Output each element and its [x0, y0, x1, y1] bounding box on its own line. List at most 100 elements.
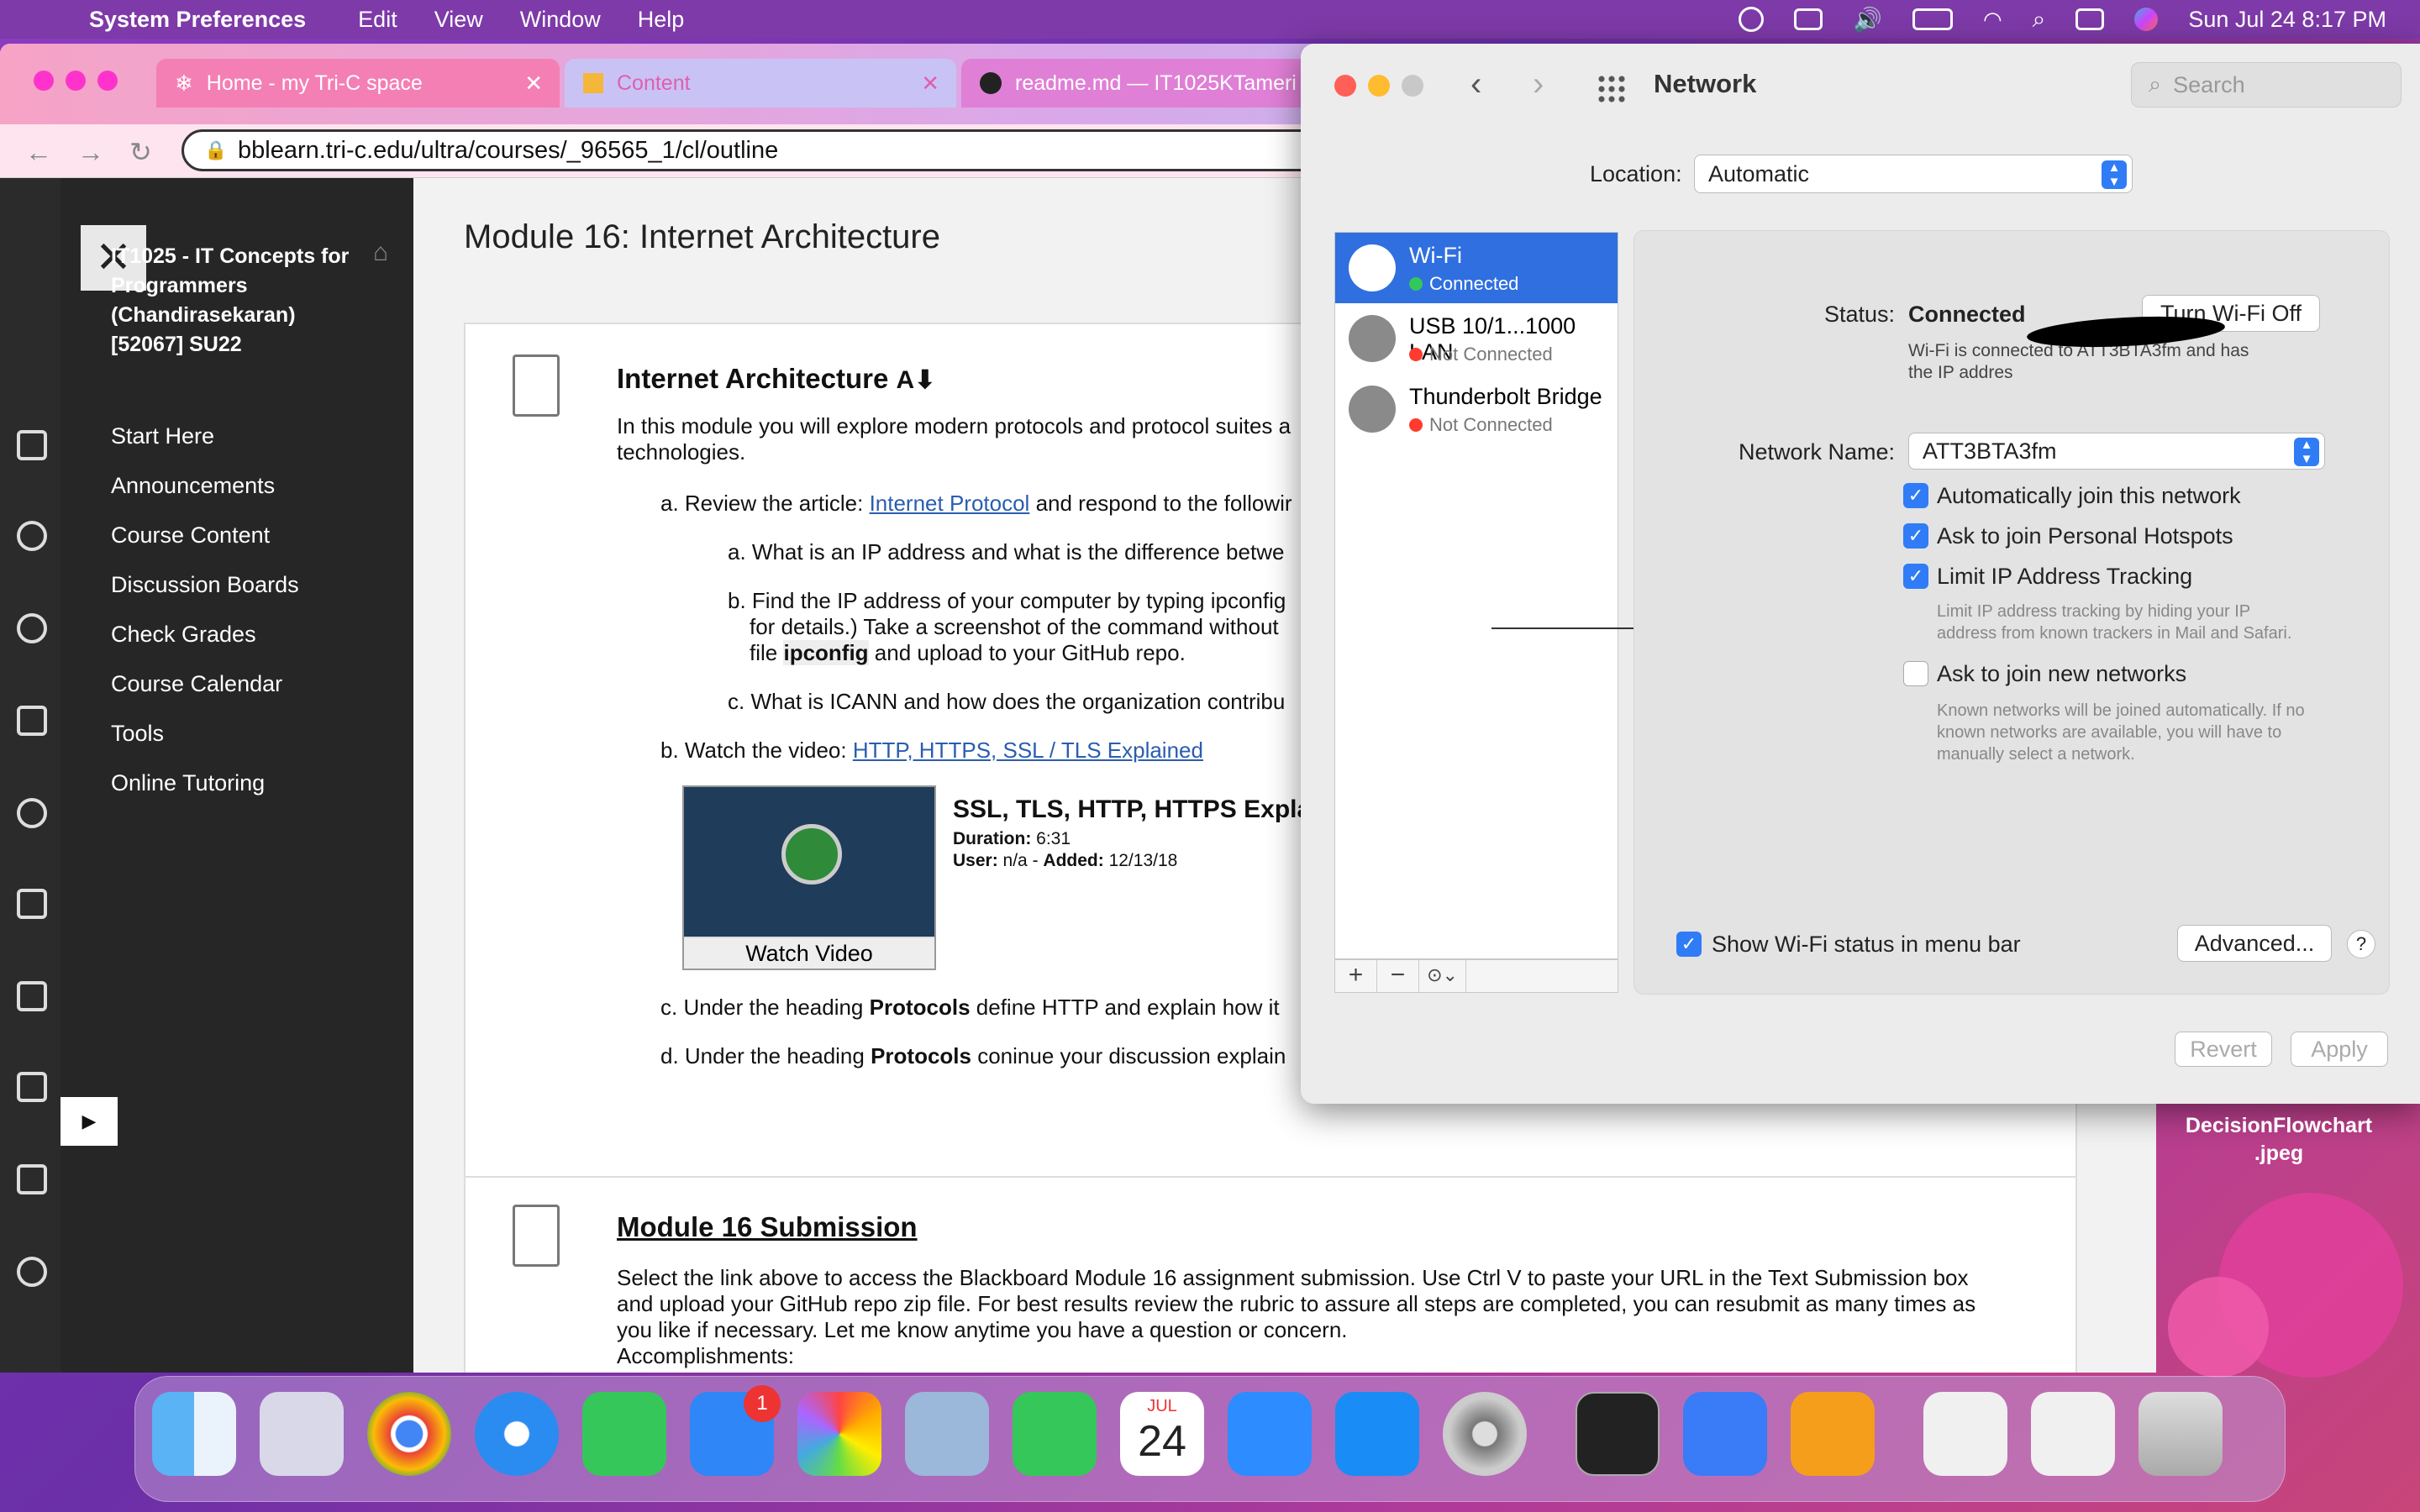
limit-ip-tracking-checkbox[interactable]: ✓: [1903, 564, 1928, 589]
grades-icon[interactable]: [17, 1072, 47, 1102]
location-select[interactable]: Automatic ▲ ▼: [1694, 155, 2133, 193]
menu-help[interactable]: Help: [638, 7, 685, 33]
siri-icon[interactable]: [2134, 8, 2159, 31]
nav-online-tutoring[interactable]: Online Tutoring: [111, 770, 265, 796]
play-button[interactable]: ▶: [60, 1097, 118, 1146]
submission-text-4: Accomplishments:: [617, 1343, 794, 1368]
system-preferences-icon[interactable]: [1443, 1392, 1527, 1476]
app-icon[interactable]: [1683, 1392, 1767, 1476]
video-thumbnail[interactable]: Watch Video: [682, 785, 936, 970]
minimize-window-button[interactable]: [1368, 75, 1390, 97]
close-window-button[interactable]: [1334, 75, 1356, 97]
volume-icon[interactable]: 🔊: [1853, 6, 1882, 34]
back-arrow-icon[interactable]: ‹: [1470, 66, 1481, 103]
auto-join-checkbox[interactable]: ✓: [1903, 483, 1928, 508]
forward-arrow-icon[interactable]: ›: [1533, 66, 1544, 103]
nav-start-here[interactable]: Start Here: [111, 423, 214, 449]
network-name-select[interactable]: ATT3BTA3fm ▲ ▼: [1908, 433, 2325, 470]
recent-document-icon[interactable]: [2031, 1392, 2115, 1476]
trash-icon[interactable]: [2139, 1392, 2223, 1476]
spotlight-search-icon[interactable]: ⌕: [2033, 6, 2046, 34]
service-thunderbolt-bridge[interactable]: Thunderbolt Bridge Not Connected: [1335, 374, 1618, 444]
browser-nav-icons[interactable]: ←→↻: [25, 136, 177, 168]
zoom-window-button[interactable]: [1402, 75, 1423, 97]
desktop-file-label[interactable]: DecisionFlowchart .jpeg: [2171, 1112, 2386, 1168]
finder-icon[interactable]: [152, 1392, 236, 1476]
url-field[interactable]: 🔒 bblearn.tri-c.edu/ultra/courses/_96565…: [182, 129, 1442, 171]
pages-icon[interactable]: [1791, 1392, 1875, 1476]
ask-join-networks-checkbox[interactable]: [1903, 661, 1928, 686]
tab-home[interactable]: ❄ Home - my Tri-C space ✕: [156, 59, 560, 108]
internet-protocol-link[interactable]: Internet Protocol: [870, 491, 1030, 516]
nav-course-content[interactable]: Course Content: [111, 522, 270, 549]
messages-icon[interactable]: [17, 981, 47, 1011]
menu-edit[interactable]: Edit: [358, 7, 397, 33]
zoom-window-light[interactable]: [97, 71, 118, 91]
app-store-icon[interactable]: [1335, 1392, 1419, 1476]
sign-out-icon[interactable]: [17, 1257, 47, 1287]
action-menu-button[interactable]: ⊙⌄: [1419, 960, 1466, 992]
personal-hotspots-checkbox[interactable]: ✓: [1903, 523, 1928, 549]
zoom-icon[interactable]: [1228, 1392, 1312, 1476]
submission-title[interactable]: Module 16 Submission: [617, 1211, 918, 1243]
close-tab-icon[interactable]: ✕: [524, 71, 543, 97]
service-wifi[interactable]: Wi-Fi Connected: [1335, 233, 1618, 303]
service-usb-lan[interactable]: USB 10/1...1000 LAN Not Connected: [1335, 303, 1618, 374]
sort-icon[interactable]: A⬇: [897, 366, 936, 394]
remove-service-button[interactable]: −: [1377, 960, 1419, 992]
wifi-icon[interactable]: ◠: [1983, 7, 2002, 33]
advanced-button[interactable]: Advanced...: [2177, 925, 2332, 962]
nav-announcements[interactable]: Announcements: [111, 473, 275, 499]
close-window-light[interactable]: [34, 71, 54, 91]
display-icon[interactable]: [1794, 8, 1823, 30]
search-field[interactable]: ⌕ Search: [2131, 62, 2402, 108]
chrome-icon[interactable]: [367, 1392, 451, 1476]
courses-icon[interactable]: [17, 706, 47, 736]
add-service-button[interactable]: +: [1335, 960, 1377, 992]
show-all-grid-icon[interactable]: [1597, 74, 1627, 104]
watch-video-button[interactable]: Watch Video: [684, 938, 934, 969]
home-icon[interactable]: ⌂: [373, 239, 388, 267]
groups-icon[interactable]: [17, 798, 47, 828]
facetime-icon[interactable]: [1013, 1392, 1097, 1476]
calendar-icon[interactable]: [17, 889, 47, 919]
section-title[interactable]: Internet Architecture A⬇: [617, 363, 935, 395]
document-icon: [513, 354, 560, 417]
menu-window[interactable]: Window: [520, 7, 601, 33]
help-button[interactable]: ?: [2347, 930, 2375, 958]
launchpad-icon[interactable]: [260, 1392, 344, 1476]
menu-clock[interactable]: Sun Jul 24 8:17 PM: [2188, 7, 2386, 33]
tab-readme[interactable]: readme.md — IT1025KTameri: [961, 59, 1314, 108]
show-wifi-status-checkbox[interactable]: ✓: [1676, 932, 1702, 957]
grammarly-icon[interactable]: [1739, 7, 1765, 32]
lock-icon: 🔒: [204, 139, 228, 160]
minimize-window-light[interactable]: [66, 71, 86, 91]
menu-view[interactable]: View: [434, 7, 483, 33]
messages-icon[interactable]: [582, 1392, 666, 1476]
calendar-app-icon[interactable]: JUL 24: [1120, 1392, 1204, 1476]
close-tab-icon[interactable]: ✕: [921, 71, 939, 97]
menu-app-name[interactable]: System Preferences: [89, 7, 306, 33]
nav-check-grades[interactable]: Check Grades: [111, 622, 256, 648]
photos-icon[interactable]: [797, 1392, 881, 1476]
battery-icon[interactable]: [1912, 8, 1953, 30]
nav-course-calendar[interactable]: Course Calendar: [111, 671, 282, 697]
preview-icon[interactable]: [905, 1392, 989, 1476]
video-link[interactable]: HTTP, HTTPS, SSL / TLS Explained: [853, 738, 1203, 763]
control-center-icon[interactable]: [2075, 8, 2105, 30]
edit-icon[interactable]: [17, 1164, 47, 1194]
status-description-2: the IP addres: [1908, 363, 2013, 382]
apply-button[interactable]: Apply: [2291, 1032, 2388, 1067]
terminal-icon[interactable]: [1576, 1392, 1660, 1476]
nav-tools[interactable]: Tools: [111, 721, 164, 747]
shield-icon: [781, 824, 842, 885]
nav-discussion-boards[interactable]: Discussion Boards: [111, 572, 299, 598]
module-title: Module 16: Internet Architecture: [464, 218, 940, 255]
profile-icon[interactable]: [17, 521, 47, 551]
recent-document-icon[interactable]: [1923, 1392, 2007, 1476]
revert-button[interactable]: Revert: [2175, 1032, 2272, 1067]
tab-content[interactable]: Content ✕: [565, 59, 956, 108]
safari-icon[interactable]: [475, 1392, 559, 1476]
institution-icon[interactable]: [17, 430, 47, 460]
globe-icon[interactable]: [17, 613, 47, 643]
